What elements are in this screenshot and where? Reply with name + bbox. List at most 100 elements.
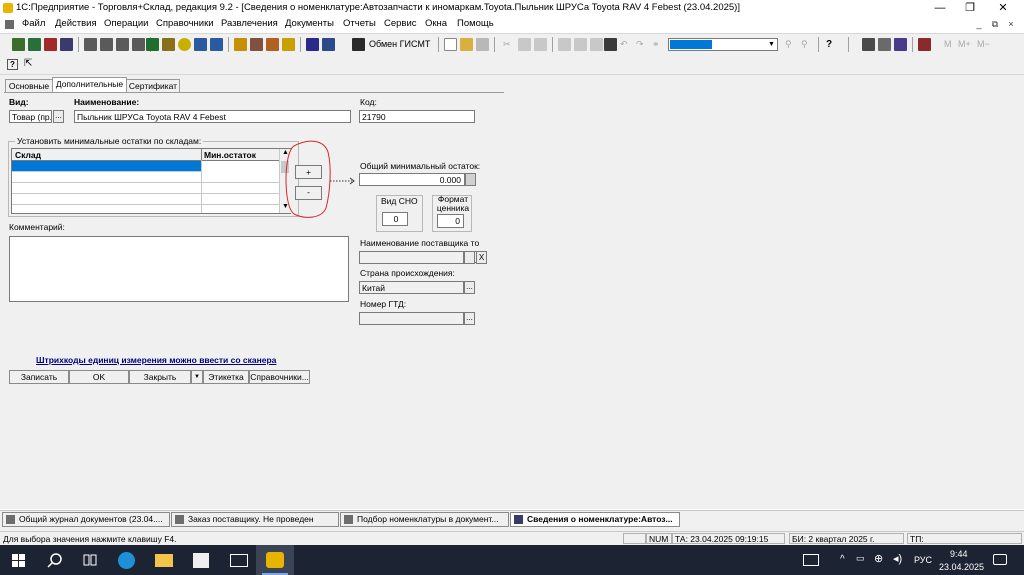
menu-reports[interactable]: Отчеты xyxy=(343,18,376,29)
edit-mode-icon[interactable] xyxy=(604,38,617,51)
task-view-icon[interactable] xyxy=(83,553,97,567)
bank-out-icon[interactable] xyxy=(132,38,145,51)
gtd-select-button[interactable]: ... xyxy=(464,312,475,325)
sno-field[interactable]: 0 xyxy=(382,212,408,226)
report-icon[interactable] xyxy=(282,38,295,51)
volume-icon[interactable]: ◂) xyxy=(893,552,902,565)
close-window-button[interactable]: ✕ xyxy=(988,0,1018,17)
menu-windows[interactable]: Окна xyxy=(425,18,447,29)
save-icon[interactable] xyxy=(476,38,489,51)
help-icon[interactable]: ? xyxy=(826,39,832,50)
goods-icon[interactable] xyxy=(162,38,175,51)
calculator-button-icon[interactable] xyxy=(465,173,476,186)
undo-icon[interactable]: ↶ xyxy=(620,39,628,50)
cash-out-icon[interactable] xyxy=(100,38,113,51)
pencil-icon[interactable] xyxy=(234,38,247,51)
find-prev-icon[interactable]: ⚲ xyxy=(801,39,808,50)
menu-operations[interactable]: Операции xyxy=(104,18,148,29)
mdi-close-button[interactable]: × xyxy=(1004,18,1018,30)
settings-icon[interactable] xyxy=(306,38,319,51)
contractors-icon[interactable] xyxy=(194,38,207,51)
mdi-task-item-info[interactable]: Сведения о номенклатуре:Автоз... xyxy=(510,512,680,527)
cursor-help-icon[interactable]: ⇱ xyxy=(24,58,32,69)
open-icon[interactable] xyxy=(460,38,473,51)
cut-icon[interactable]: ✂ xyxy=(503,39,511,50)
search-combobox[interactable]: ▼ xyxy=(668,38,778,51)
calendar-icon[interactable] xyxy=(862,38,875,51)
edge-browser-icon[interactable] xyxy=(118,552,135,569)
supplier-field[interactable] xyxy=(359,251,464,264)
chevron-down-icon[interactable]: ▼ xyxy=(767,40,776,49)
save-button[interactable]: Записать xyxy=(9,370,69,384)
menu-catalogs[interactable]: Справочники xyxy=(156,18,214,29)
print-icon[interactable] xyxy=(558,38,571,51)
menu-file[interactable]: Файл xyxy=(22,18,45,29)
vid-field[interactable]: Товар (пр. xyxy=(9,110,52,123)
tab-additional[interactable]: Дополнительные xyxy=(52,77,127,93)
battery-icon[interactable]: ▭ xyxy=(856,553,865,564)
menu-entertainment[interactable]: Развлечения xyxy=(221,18,278,29)
country-field[interactable]: Китай xyxy=(359,281,464,294)
search-icon[interactable] xyxy=(47,552,63,568)
close-button[interactable]: Закрыть xyxy=(129,370,191,384)
taskbar-1c-app[interactable] xyxy=(256,545,294,575)
bank-in-icon[interactable] xyxy=(116,38,129,51)
help-box-icon[interactable]: ? xyxy=(7,59,18,70)
clock-date[interactable]: 23.04.2025 xyxy=(939,562,984,572)
table-row[interactable] xyxy=(12,194,279,205)
store-icon[interactable] xyxy=(193,553,209,568)
windows-start-icon[interactable] xyxy=(12,554,25,567)
table-row[interactable] xyxy=(12,183,279,194)
grid-col-min-stock[interactable]: Мин.остаток xyxy=(204,150,256,160)
coin-icon[interactable] xyxy=(178,38,191,51)
book-icon[interactable] xyxy=(918,38,931,51)
calculator-icon[interactable] xyxy=(210,38,223,51)
redo-icon[interactable]: ↷ xyxy=(636,39,644,50)
preview-icon[interactable] xyxy=(574,38,587,51)
close-dropdown-button[interactable]: ▼ xyxy=(191,370,203,384)
return-icon[interactable] xyxy=(60,38,73,51)
exchange-gismt-button[interactable]: Обмен ГИСМТ xyxy=(369,39,430,49)
tab-certificate[interactable]: Сертификат xyxy=(126,79,180,93)
country-select-button[interactable]: ... xyxy=(464,281,475,294)
cash-in-icon[interactable] xyxy=(84,38,97,51)
code-field[interactable]: 21790 xyxy=(359,110,475,123)
restore-button[interactable]: ❐ xyxy=(955,0,985,17)
label-print-button[interactable]: Этикетка xyxy=(203,370,249,384)
income-icon[interactable] xyxy=(28,38,41,51)
minimize-button[interactable]: — xyxy=(925,0,955,17)
file-explorer-icon[interactable] xyxy=(155,554,173,567)
system-menu-icon[interactable] xyxy=(5,20,14,29)
binoculars-icon[interactable]: ⚭ xyxy=(652,39,660,50)
clock-time[interactable]: 9:44 xyxy=(950,549,968,559)
mdi-restore-button[interactable]: ⧉ xyxy=(988,18,1002,30)
menu-actions[interactable]: Действия xyxy=(55,18,97,29)
comment-textarea[interactable] xyxy=(9,236,349,302)
memory-mminus-button[interactable]: M− xyxy=(977,39,990,49)
vid-select-button[interactable]: ... xyxy=(53,110,64,123)
menu-service[interactable]: Сервис xyxy=(384,18,417,29)
table-row-selected[interactable] xyxy=(12,161,201,172)
calc-icon[interactable] xyxy=(878,38,891,51)
ok-button[interactable]: OK xyxy=(69,370,129,384)
table-row[interactable] xyxy=(12,172,279,183)
supplier-clear-button[interactable]: X xyxy=(476,251,487,264)
mdi-task-selection[interactable]: Подбор номенклатуры в документ... xyxy=(340,512,509,527)
references-button[interactable]: Справочники... xyxy=(249,370,310,384)
boxes-icon[interactable] xyxy=(250,38,263,51)
tablet-mode-icon[interactable] xyxy=(803,554,819,566)
globe-icon[interactable]: ⊕ xyxy=(874,552,883,565)
expense-icon[interactable] xyxy=(44,38,57,51)
menu-help[interactable]: Помощь xyxy=(457,18,494,29)
mdi-task-journal[interactable]: Общий журнал документов (23.04.... xyxy=(2,512,170,527)
menu-documents[interactable]: Документы xyxy=(285,18,334,29)
mdi-task-supplier-order[interactable]: Заказ поставщику. Не проведен xyxy=(171,512,339,527)
copy-icon[interactable] xyxy=(518,38,531,51)
paste-icon[interactable] xyxy=(534,38,547,51)
find-next-icon[interactable]: ⚲ xyxy=(785,39,792,50)
directory-icon[interactable] xyxy=(322,38,335,51)
notifications-icon[interactable] xyxy=(993,554,1007,565)
memory-m-button[interactable]: M xyxy=(944,39,952,49)
journal-icon[interactable] xyxy=(12,38,25,51)
graph-icon[interactable] xyxy=(894,38,907,51)
